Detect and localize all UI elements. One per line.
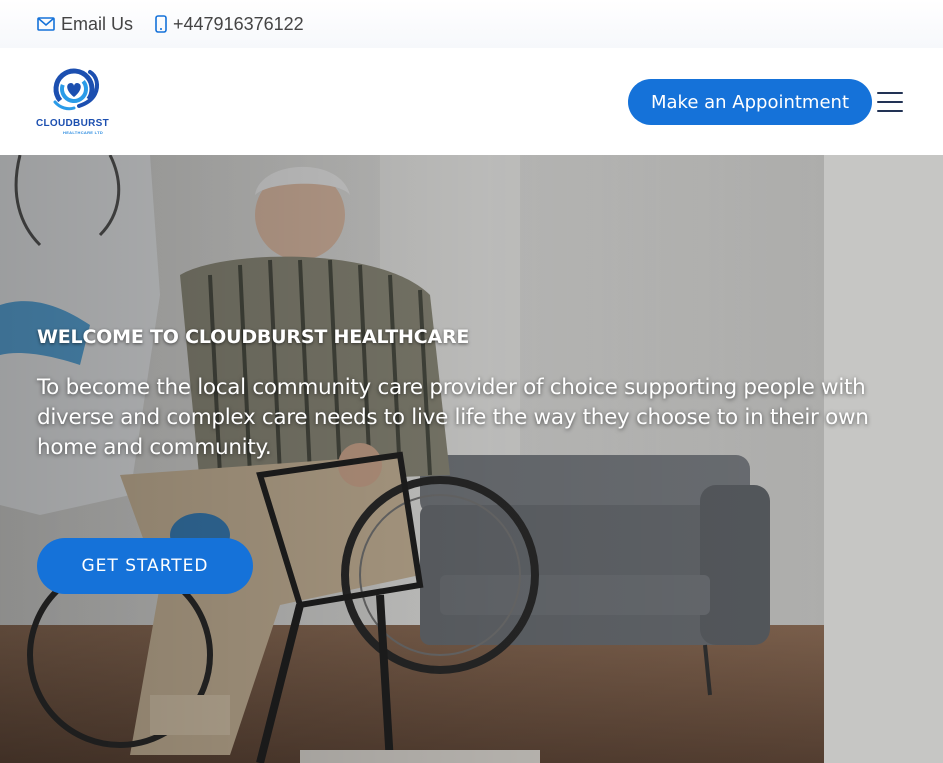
- make-appointment-button[interactable]: Make an Appointment: [628, 79, 872, 125]
- email-link[interactable]: Email Us: [37, 14, 133, 35]
- envelope-icon: [37, 17, 55, 31]
- phone-label: +447916376122: [173, 13, 304, 34]
- hero-text: To become the local community care provi…: [37, 375, 869, 460]
- email-label: Email Us: [61, 13, 134, 34]
- logo-text: CLOUDBURST: [36, 118, 109, 129]
- hero-eyebrow: WELCOME TO CLOUDBURST HEALTHCARE: [37, 326, 470, 348]
- logo-heart-hands-icon: [53, 68, 100, 111]
- site-header: CLOUDBURST HEALTHCARE LTD Make an Appoin…: [0, 48, 943, 155]
- logo-subtext: HEALTHCARE LTD: [63, 130, 104, 135]
- top-contact-bar: Email Us +447916376122: [0, 0, 943, 48]
- phone-link[interactable]: +447916376122: [155, 14, 304, 35]
- hero-section: WELCOME TO CLOUDBURST HEALTHCARE To beco…: [0, 155, 943, 763]
- get-started-button[interactable]: GET STARTED: [37, 538, 253, 594]
- logo[interactable]: CLOUDBURST HEALTHCARE LTD: [35, 66, 125, 138]
- hamburger-menu-icon[interactable]: [877, 91, 903, 113]
- mobile-phone-icon: [155, 15, 167, 33]
